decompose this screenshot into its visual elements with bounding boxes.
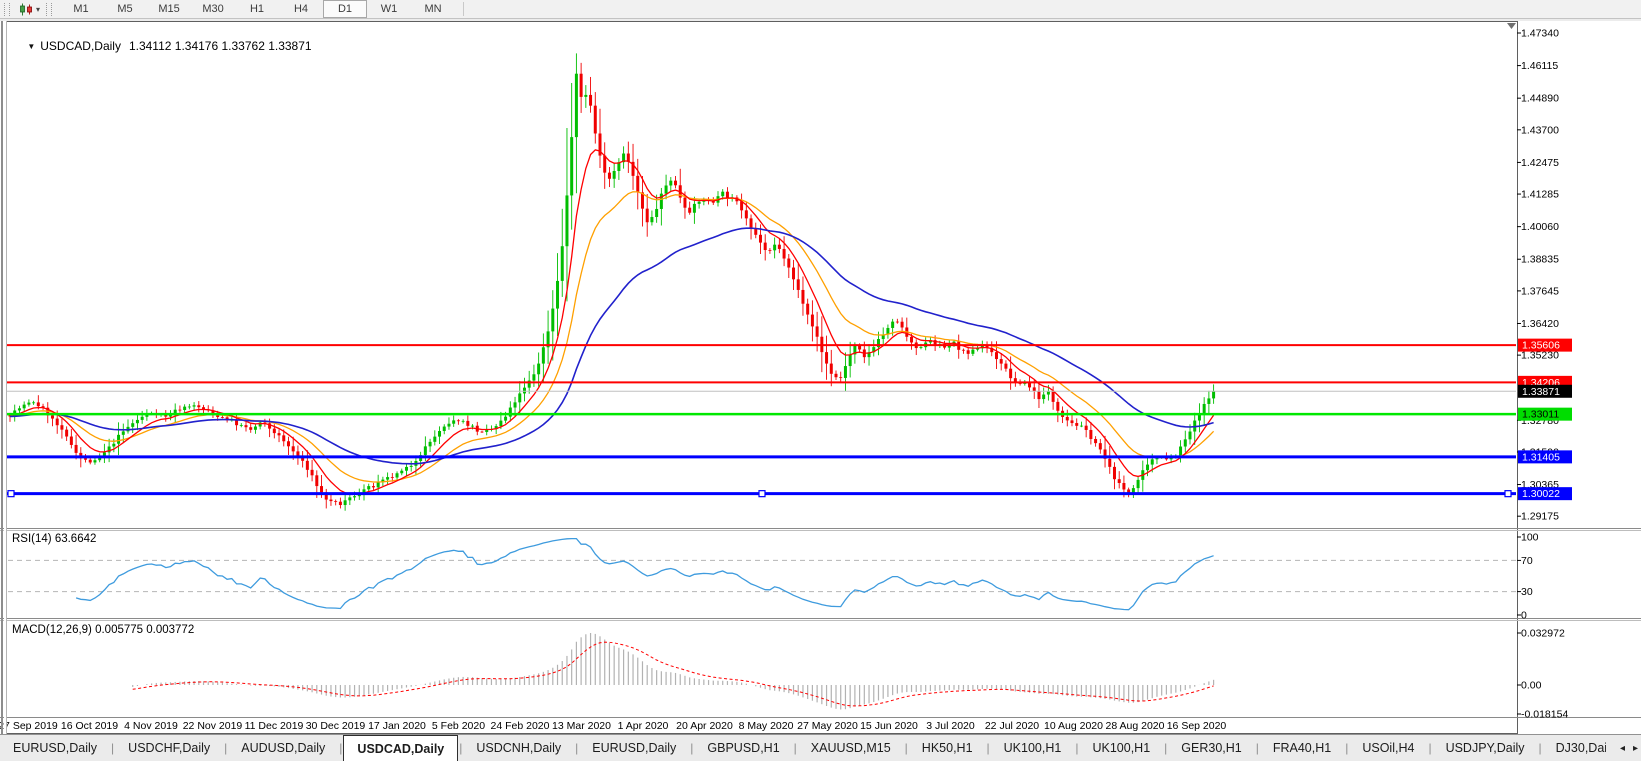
timeframe-button-m5[interactable]: M5 [103, 0, 147, 18]
date-axis-label: 16 Oct 2019 [61, 720, 118, 732]
timeframe-button-w1[interactable]: W1 [367, 0, 411, 18]
date-axis-label: 1 Apr 2020 [618, 720, 669, 732]
price-axis-tick: 1.41285 [1521, 189, 1559, 201]
chart-canvas[interactable]: 1.47340 1.46115 1.44890 1.43700 1.42475 1.412… [0, 0, 1641, 761]
chart-tab-ger30-h1[interactable]: GER30,H1 [1168, 735, 1254, 761]
timeframe-button-d1[interactable]: D1 [323, 0, 367, 18]
chart-type-icon[interactable] [17, 2, 35, 16]
tab-scroll-arrows: ◂ ▸ [1620, 735, 1638, 761]
line-drag-handle[interactable] [759, 491, 765, 497]
date-axis-label: 24 Feb 2020 [491, 720, 550, 732]
chart-tab-usdjpy-daily[interactable]: USDJPY,Daily [1433, 735, 1538, 761]
chevron-down-icon[interactable]: ▾ [36, 5, 40, 14]
rsi-axis-tick: 30 [1521, 586, 1533, 598]
chart-title: ▼ USDCAD,Daily 1.34112 1.34176 1.33762 1.3… [14, 25, 312, 67]
macd-axis-tick: 0.00 [1521, 680, 1542, 692]
price-badge-label: 1.30022 [1522, 488, 1560, 500]
chart-tab-usdcad-daily[interactable]: USDCAD,Daily [343, 735, 458, 761]
price-badge-label: 1.33011 [1522, 409, 1559, 421]
line-drag-handle[interactable] [1505, 491, 1511, 497]
chart-tab-xauusd-m15[interactable]: XAUUSD,M15 [798, 735, 904, 761]
price-axis-tick: 1.36420 [1521, 318, 1559, 330]
rsi-axis-tick: 70 [1521, 555, 1533, 567]
date-axis-label: 27 May 2020 [797, 720, 858, 732]
date-axis-label: 22 Nov 2019 [183, 720, 243, 732]
macd-indicator-label: MACD(12,26,9) 0.005775 0.003772 [12, 624, 194, 636]
chart-tab-uk100-h1[interactable]: UK100,H1 [991, 735, 1075, 761]
tab-scroll-left-icon[interactable]: ◂ [1620, 743, 1625, 754]
chart-tab-hk50-h1[interactable]: HK50,H1 [909, 735, 986, 761]
collapse-arrow-icon[interactable]: ▼ [27, 42, 35, 51]
chart-tab-bar: EURUSD,Daily|USDCHF,Daily|AUDUSD,Daily|U… [0, 734, 1641, 761]
price-axis[interactable]: 1.47340 1.46115 1.44890 1.43700 1.42475 1.412… [1517, 28, 1559, 523]
toolbar-separator [463, 2, 464, 16]
date-axis-label: 15 Jun 2020 [860, 720, 918, 732]
timeframe-button-h1[interactable]: H1 [235, 0, 279, 18]
price-axis-tick: 1.44890 [1521, 93, 1559, 105]
trading-terminal-window: ▾ M1M5M15M30H1H4D1W1MN 1.473401.461151.4… [0, 0, 1641, 761]
price-axis-tick: 1.46115 [1521, 60, 1558, 72]
rsi-indicator-label: RSI(14) 63.6642 [12, 533, 96, 545]
chart-ohlc-values: 1.34112 1.34176 1.33762 1.33871 [129, 39, 312, 53]
date-axis-label: 27 Sep 2019 [0, 720, 58, 732]
chart-tab-eurusd-daily[interactable]: EURUSD,Daily [579, 735, 689, 761]
macd-axis-tick: 0.032972 [1521, 628, 1565, 640]
date-axis-label: 16 Sep 2020 [1167, 720, 1227, 732]
timeframe-button-m30[interactable]: M30 [191, 0, 235, 18]
tab-scroll-right-icon[interactable]: ▸ [1633, 743, 1638, 754]
line-drag-handle[interactable] [8, 491, 14, 497]
timeframe-toolbar: M1M5M15M30H1H4D1W1MN [59, 0, 455, 18]
price-axis-tick: 1.29175 [1521, 511, 1559, 523]
chart-tab-dj30-daily[interactable]: DJ30,Daily [1543, 735, 1606, 761]
date-axis-label: 5 Feb 2020 [432, 720, 485, 732]
date-axis-label: 20 Apr 2020 [676, 720, 733, 732]
chart-tab-eurusd-daily[interactable]: EURUSD,Daily [0, 735, 110, 761]
chart-tabs: EURUSD,Daily|USDCHF,Daily|AUDUSD,Daily|U… [0, 735, 1606, 761]
chart-tab-audusd-daily[interactable]: AUDUSD,Daily [228, 735, 338, 761]
chart-window-frame [7, 22, 1518, 734]
date-axis-label: 8 May 2020 [739, 720, 794, 732]
chart-tab-usdcnh-daily[interactable]: USDCNH,Daily [463, 735, 574, 761]
chart-symbol-label: USDCAD,Daily [40, 39, 121, 53]
date-axis-label: 11 Dec 2019 [245, 720, 304, 732]
timeframe-button-m1[interactable]: M1 [59, 0, 103, 18]
price-axis-tick: 1.38835 [1521, 254, 1559, 266]
chart-left-border [4, 21, 7, 735]
date-axis-label: 13 Mar 2020 [552, 720, 611, 732]
date-axis-label: 22 Jul 2020 [985, 720, 1039, 732]
chart-tab-fra40-h1[interactable]: FRA40,H1 [1260, 735, 1344, 761]
toolbar-grip-2[interactable] [46, 3, 52, 16]
window-left-border [1, 21, 3, 761]
price-axis-tick: 1.42475 [1521, 157, 1559, 169]
date-axis-label: 3 Jul 2020 [926, 720, 975, 732]
chart-tab-usdchf-daily[interactable]: USDCHF,Daily [115, 735, 223, 761]
price-axis-tick: 1.40060 [1521, 221, 1559, 233]
candlestick-icon [19, 3, 34, 16]
date-axis-label: 10 Aug 2020 [1044, 720, 1103, 732]
macd-axis-tick: -0.018154 [1521, 709, 1568, 721]
timeframe-button-m15[interactable]: M15 [147, 0, 191, 18]
price-badge-label: 1.33871 [1522, 386, 1560, 398]
chart-tab-uk100-h1[interactable]: UK100,H1 [1079, 735, 1163, 761]
price-axis-tick: 1.43700 [1521, 124, 1559, 136]
price-axis-tick: 1.37645 [1521, 285, 1559, 297]
timeframe-button-mn[interactable]: MN [411, 0, 455, 18]
chart-tab-usoil-h4[interactable]: USOil,H4 [1349, 735, 1427, 761]
timeframe-button-h4[interactable]: H4 [279, 0, 323, 18]
price-badge-label: 1.31405 [1522, 451, 1560, 463]
rsi-axis-tick: 0 [1521, 610, 1527, 622]
top-toolbar: ▾ M1M5M15M30H1H4D1W1MN [0, 0, 1641, 19]
toolbar-grip[interactable] [4, 3, 10, 16]
price-axis-tick: 1.47340 [1521, 28, 1559, 40]
chart-tab-gbpusd-h1[interactable]: GBPUSD,H1 [694, 735, 792, 761]
rsi-axis-tick: 100 [1521, 532, 1539, 544]
date-axis-label: 17 Jan 2020 [368, 720, 426, 732]
date-axis-label: 30 Dec 2019 [306, 720, 366, 732]
date-axis-label: 4 Nov 2019 [124, 720, 178, 732]
price-badge-label: 1.35606 [1522, 340, 1560, 352]
date-axis-label: 28 Aug 2020 [1106, 720, 1165, 732]
